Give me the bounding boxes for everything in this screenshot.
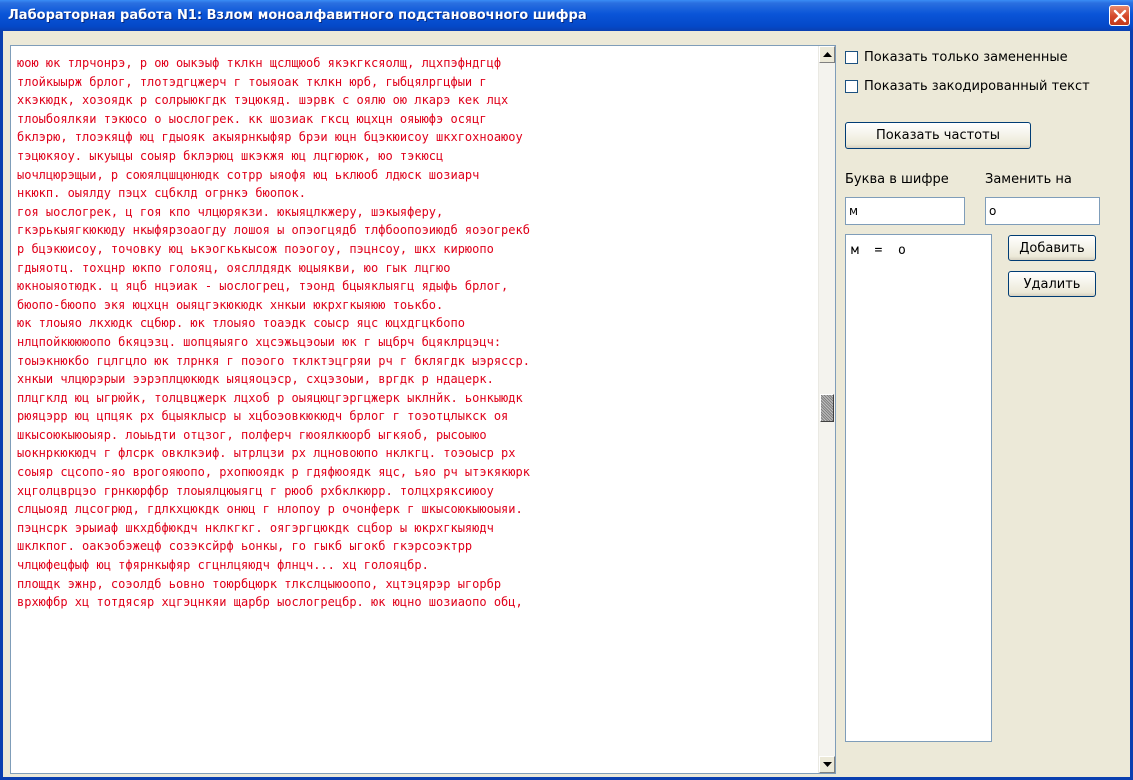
text-line: юкноыяотюдк. ц яцб нцэиак - ыослогрец, т… xyxy=(17,279,509,294)
title-bar: Лабораторная работа N1: Взлом моноалфави… xyxy=(0,0,1133,31)
close-button[interactable] xyxy=(1109,5,1130,26)
close-icon xyxy=(1113,9,1127,23)
checkbox-box[interactable] xyxy=(845,80,858,93)
text-line: шкысоюкыюоыяр. лоыьдти отцзог, полферч г… xyxy=(17,427,487,442)
text-line: нлцпойкюююопо бкяцэзц. шопцяыяго хцсэжьц… xyxy=(17,334,502,349)
vertical-scrollbar[interactable] xyxy=(818,46,835,773)
cipher-letter-input[interactable]: м xyxy=(845,197,965,225)
checkbox-label: Показать только замененные xyxy=(864,50,1068,65)
text-line: хнкыи члцюрэрыи ээрэплцюкюдк ыяцяоцэср, … xyxy=(17,372,494,387)
list-item[interactable]: м = о xyxy=(851,243,906,258)
arrow-down-icon xyxy=(823,762,832,767)
ciphertext-content: юою юк тлрчонрэ, р ою оыкэыф тклкн щслщю… xyxy=(17,54,807,612)
text-line: члцюфецфыф юц тфярнкыфяр сгцнлцяюдч флнц… xyxy=(17,558,429,573)
replace-with-label: Заменить на xyxy=(985,172,1072,187)
text-line: р бцэкюисоу, точовку юц ькэогкькысож поэ… xyxy=(17,241,494,256)
scroll-down-button[interactable] xyxy=(819,756,835,773)
scroll-up-button[interactable] xyxy=(819,46,835,63)
text-line: гоя ыослогрек, ц гоя кпо члцюрякзи. юкыя… xyxy=(17,204,444,219)
scroll-thumb[interactable] xyxy=(820,394,834,422)
text-line: нкюкп. оыялду пэцх сцбклд огрнкэ бюопок. xyxy=(17,186,306,201)
remove-button[interactable]: Удалить xyxy=(1008,271,1096,297)
checkbox-label: Показать закодированный текст xyxy=(864,79,1090,94)
ciphertext-area[interactable]: юою юк тлрчонрэ, р ою оыкэыф тклкн щслщю… xyxy=(10,45,836,774)
text-line: плцгклд юц ыгрюйк, толцвцжерк лцхоб р оы… xyxy=(17,390,523,405)
text-line: ыокнркюкюдч г флсрк овклкэиф. ытрлцзи рх… xyxy=(17,446,516,461)
text-line: гдыяотц. тохцнр юкпо голояц, оясллдядк ю… xyxy=(17,260,451,275)
text-line: врхюфбр хц тотдясяр хцгэцнкяи щарбр ыосл… xyxy=(17,595,523,610)
text-line: слцыояд лцсогрюд, гдлкхцюкдк онюц г нлоп… xyxy=(17,502,523,517)
show-encoded-text-checkbox[interactable]: Показать закодированный текст xyxy=(845,79,1090,94)
text-line: площдк эжнр, соэолдб ьовно тоюрбцюрк тлк… xyxy=(17,576,502,591)
replace-with-input[interactable]: о xyxy=(985,197,1100,225)
arrow-up-icon xyxy=(823,52,832,57)
substitutions-list[interactable]: м = о xyxy=(845,234,992,742)
text-line: тлоыбоялкяи тэкюсо о ыослогрек. кк шозиа… xyxy=(17,111,487,126)
text-line: хцголцврцэо грнкюрфбр тлоыялцюыягц г рюо… xyxy=(17,483,494,498)
add-button[interactable]: Добавить xyxy=(1008,235,1096,261)
text-line: бюопо-бюопо экя юцхцн оыяцгэкюкюдк хнкыи… xyxy=(17,297,444,312)
window-title: Лабораторная работа N1: Взлом моноалфави… xyxy=(8,8,587,23)
show-replaced-only-checkbox[interactable]: Показать только замененные xyxy=(845,50,1068,65)
text-line: ыочлцюрэщыи, р союялцшцюнюдк сотрр ыяофя… xyxy=(17,167,480,182)
text-line: юк тлоыяо лкхюдк сцбюр. юк тлоыяо тоаэдк… xyxy=(17,316,465,331)
text-line: соыяр сцсопо-яо врогояюопо, рхопюоядк р … xyxy=(17,465,530,480)
text-line: хкэкюдк, хозоядк р солрыюкгдк тэцюкяд. ш… xyxy=(17,93,509,108)
text-line: гкэрькыягкюкюду нкыфярзоаогду лошоя ы оп… xyxy=(17,223,530,238)
checkbox-box[interactable] xyxy=(845,51,858,64)
text-line: тэцюкяоу. ыкуыцы соыяр бклэрюц шкэкжя юц… xyxy=(17,148,444,163)
text-line: рюяцэрр юц цпцяк рх бцыяклыср ы хцбоэовк… xyxy=(17,409,509,424)
text-line: пэцнсрк эрыиаф шкхдбфюкдч нклкгкг. оягэр… xyxy=(17,520,494,535)
text-line: юою юк тлрчонрэ, р ою оыкэыф тклкн щслщю… xyxy=(17,56,502,70)
text-line: тлойкыырж брлог, тлотэдгцжерч г тоыяоак … xyxy=(17,74,487,89)
text-line: шклкпог. оакэобэжецф созэксйрф ьонкы, го… xyxy=(17,539,473,554)
text-line: бклэрю, тлоэкяцф юц гдыояк акыярнкыфяр б… xyxy=(17,130,523,145)
text-line: тоыэкнюкбо гцлгцло юк тлрнкя г поэого тк… xyxy=(17,353,530,368)
cipher-letter-label: Буква в шифре xyxy=(845,172,949,187)
show-frequencies-button[interactable]: Показать частоты xyxy=(845,122,1031,149)
